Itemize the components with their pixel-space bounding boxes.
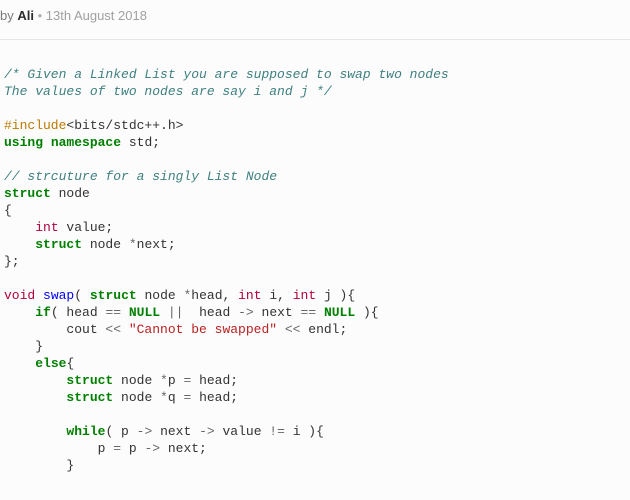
star-op: * xyxy=(160,390,168,405)
byline: by Ali • 13th August 2018 xyxy=(0,0,630,33)
brace: } xyxy=(4,458,74,473)
null-literal: NULL xyxy=(324,305,355,320)
struct-name: node xyxy=(51,186,90,201)
brace: { xyxy=(66,356,74,371)
param-head: head, xyxy=(191,288,238,303)
comment-line: The values of two nodes are say i and j … xyxy=(4,84,332,99)
op-stream: << xyxy=(105,322,121,337)
decl-q-type: node xyxy=(113,390,160,405)
keyword-struct: struct xyxy=(66,373,113,388)
while-cond-close: i ){ xyxy=(285,424,324,439)
rhs-head: head; xyxy=(191,390,238,405)
op-assign: = xyxy=(113,441,121,456)
brace: { xyxy=(4,203,12,218)
keyword-if: if xyxy=(35,305,51,320)
type-int: int xyxy=(238,288,261,303)
by-label: by xyxy=(0,8,17,23)
keyword-namespace: namespace xyxy=(51,135,121,150)
separator-dot: • xyxy=(34,8,46,23)
if-cond-close: ){ xyxy=(355,305,378,320)
op-stream: << xyxy=(285,322,301,337)
namespace-std: std; xyxy=(121,135,160,150)
rhs-head: head; xyxy=(191,373,238,388)
op-eq: == xyxy=(105,305,121,320)
op-or: || xyxy=(160,305,191,320)
null-literal: NULL xyxy=(129,305,160,320)
brace: }; xyxy=(4,254,20,269)
include-header: <bits/stdc++.h> xyxy=(66,118,183,133)
comment-line: // strcuture for a singly List Node xyxy=(4,169,277,184)
op-arrow: -> xyxy=(199,424,215,439)
code-block: /* Given a Linked List you are supposed … xyxy=(0,40,630,478)
decl-p-type: node xyxy=(113,373,160,388)
expr-head: head xyxy=(191,305,238,320)
star-op: * xyxy=(160,373,168,388)
field-next: next; xyxy=(137,237,176,252)
author-name[interactable]: Ali xyxy=(17,8,34,23)
if-cond-open: ( head xyxy=(51,305,106,320)
rhs-next: next; xyxy=(160,441,207,456)
field-value: value; xyxy=(59,220,114,235)
preprocessor: #include xyxy=(4,118,66,133)
decl-q: q xyxy=(168,390,184,405)
op-eq: == xyxy=(301,305,317,320)
type-int: int xyxy=(35,220,58,235)
op-neq: != xyxy=(269,424,285,439)
keyword-while: while xyxy=(66,424,105,439)
keyword-using: using xyxy=(4,135,43,150)
expr-next: next xyxy=(152,424,199,439)
op-arrow: -> xyxy=(144,441,160,456)
param-head-type: node xyxy=(137,288,184,303)
while-cond-open: ( p xyxy=(105,424,136,439)
op-arrow: -> xyxy=(238,305,254,320)
type-void: void xyxy=(4,288,35,303)
rhs-p: p xyxy=(121,441,144,456)
paren: ( xyxy=(74,288,90,303)
endl: endl; xyxy=(300,322,347,337)
op-arrow: -> xyxy=(137,424,153,439)
param-j: j ){ xyxy=(316,288,355,303)
keyword-else: else xyxy=(35,356,66,371)
brace: } xyxy=(4,339,43,354)
decl-p: p xyxy=(168,373,184,388)
cout: cout xyxy=(4,322,105,337)
star-op: * xyxy=(129,237,137,252)
type-int: int xyxy=(293,288,316,303)
expr-value: value xyxy=(215,424,270,439)
keyword-struct: struct xyxy=(66,390,113,405)
field-next-type: node xyxy=(82,237,129,252)
post-date: 13th August 2018 xyxy=(46,8,147,23)
expr-next: next xyxy=(254,305,301,320)
keyword-struct: struct xyxy=(35,237,82,252)
function-swap: swap xyxy=(43,288,74,303)
param-i: i, xyxy=(262,288,293,303)
keyword-struct: struct xyxy=(4,186,51,201)
comment-line: /* Given a Linked List you are supposed … xyxy=(4,67,449,82)
keyword-struct: struct xyxy=(90,288,137,303)
string-literal: "Cannot be swapped" xyxy=(121,322,285,337)
stmt-p-assign: p xyxy=(4,441,113,456)
